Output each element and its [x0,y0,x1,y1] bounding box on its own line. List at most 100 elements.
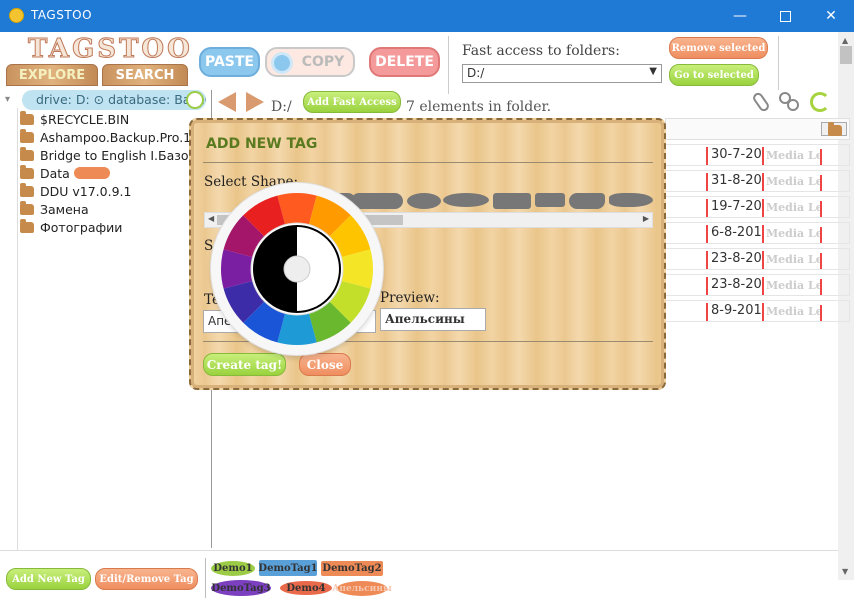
folder-icon [20,183,34,197]
tag-chip[interactable]: DemoTag1 [258,560,318,576]
folder-icon [20,111,34,125]
toolbar-divider [448,36,449,94]
folder-item[interactable]: Bridge to English I.Базовый [20,147,214,163]
folder-label: Замена [40,202,89,217]
tagstoo-logo: TAGSTOO [28,34,193,65]
scroll-up-icon: ▲ [842,36,849,45]
folder-item[interactable]: DDU v17.0.9.1 [20,183,131,199]
color-wheel-svg[interactable] [211,183,383,355]
shape-option[interactable] [569,193,605,209]
fast-access-label: Fast access to folders: [462,43,620,59]
fast-access-value: D:/ [467,66,485,80]
scroll-thumb[interactable] [840,46,852,64]
go-to-selected-label: Go to selected [674,69,754,81]
shape-option[interactable] [609,193,653,207]
dialog-title: ADD NEW TAG [206,136,318,152]
folder-tree: $RECYCLE.BIN Ashampoo.Backup.Pro.12 Brid… [0,90,214,550]
edit-remove-tag-button[interactable]: Edit/Remove Tag [95,568,198,590]
scroll-right-icon: ▶ [642,214,649,223]
table-row[interactable]: 8-9-2016Media Lens [665,300,850,322]
close-button[interactable]: ✕ [808,0,854,32]
row-type: Media Lens [766,201,822,217]
tag-preview-value: Апельсины [385,312,465,326]
row-type: Media Lens [766,279,822,295]
folder-icon [20,219,34,233]
table-row[interactable]: 30-7-2016Media Lens [665,144,850,166]
tag-chip[interactable]: Demo1 [211,561,255,576]
tab-explore[interactable]: EXPLORE [6,64,98,86]
row-date: 6-8-2016 [706,225,764,243]
folder-label: $RECYCLE.BIN [40,112,130,127]
copy-toggle-knob [271,52,293,74]
minimize-button[interactable]: — [717,0,763,32]
back-arrow-icon[interactable] [218,92,236,112]
elements-count: 7 elements in folder. [406,99,552,115]
link-icon[interactable] [779,92,801,112]
delete-button[interactable]: DELETE [369,47,440,77]
folder-item[interactable]: $RECYCLE.BIN [20,111,130,127]
folder-view-icon[interactable] [821,122,847,136]
wheel-center [283,255,311,283]
row-date: 23-8-2016 [706,277,764,295]
fast-access-select[interactable]: D:/ ▼ [462,64,662,83]
color-wheel-picker[interactable] [211,183,383,355]
tab-explore-label: EXPLORE [18,67,86,83]
tag-chip[interactable]: Demo4 [280,581,332,595]
close-dialog-button[interactable]: Close [299,353,351,376]
tab-search-label: SEARCH [115,67,175,83]
tab-search[interactable]: SEARCH [102,64,188,86]
row-type: Media Lens [766,253,822,269]
bottom-divider [0,550,838,551]
chevron-down-icon: ▼ [649,66,657,77]
copy-label: COPY [301,54,345,70]
row-date: 31-8-2016 [706,173,764,191]
paste-button[interactable]: PASTE [199,47,260,77]
dialog-divider [203,162,653,163]
preview-label: Preview: [380,290,440,306]
shape-option[interactable] [535,193,565,207]
row-type: Media Lens [766,227,822,243]
table-row[interactable]: 23-8-2016Media Lens [665,248,850,270]
shape-option[interactable] [443,193,489,207]
tags-divider [205,558,206,598]
current-path: D:/ [271,99,292,115]
folder-item[interactable]: Data [20,165,110,181]
shape-option[interactable] [407,193,441,209]
maximize-button[interactable] [762,0,808,32]
table-row[interactable]: 23-8-2016Media Lens [665,274,850,296]
table-row[interactable]: 6-8-2016Media Lens [665,222,850,244]
folder-label: Bridge to English I.Базовый [40,148,214,163]
folder-item[interactable]: Фотографии [20,219,122,235]
close-dialog-label: Close [306,357,344,372]
tag-chip[interactable]: Апельсины [332,581,392,596]
row-date: 30-7-2016 [706,147,764,165]
folder-item[interactable]: Ashampoo.Backup.Pro.12 [20,129,200,145]
tag-preview: Апельсины [380,308,486,331]
folder-tag-chip [73,167,110,179]
remove-selected-button[interactable]: Remove selected [669,37,768,59]
folder-label: Ashampoo.Backup.Pro.12 [40,130,200,145]
add-new-tag-button[interactable]: Add New Tag [6,568,91,590]
refresh-icon[interactable] [810,92,830,112]
folder-icon [20,201,34,215]
edit-remove-tag-label: Edit/Remove Tag [99,573,194,585]
create-tag-button[interactable]: Create tag! [203,353,286,376]
create-tag-label: Create tag! [206,357,283,372]
folder-item[interactable]: Замена [20,201,89,217]
table-row[interactable]: 19-7-2016Media Lens [665,196,850,218]
table-row[interactable]: 31-8-2016Media Lens [665,170,850,192]
toolbar-divider-2 [778,36,779,90]
tag-chip[interactable]: DemoTag3 [211,580,271,596]
close-icon: ✕ [825,8,837,24]
folder-icon [20,165,34,179]
paperclip-icon[interactable] [751,90,771,114]
shape-option[interactable] [493,193,531,209]
tag-chip[interactable]: DemoTag2 [321,561,383,576]
tree-guide-line [17,108,18,550]
forward-arrow-icon[interactable] [246,92,264,112]
row-type: Media Lens [766,175,822,191]
scroll-down-icon: ▼ [842,567,849,576]
copy-button[interactable]: COPY [265,47,355,77]
add-fast-access-button[interactable]: Add Fast Access [303,91,401,113]
go-to-selected-button[interactable]: Go to selected [669,64,759,86]
